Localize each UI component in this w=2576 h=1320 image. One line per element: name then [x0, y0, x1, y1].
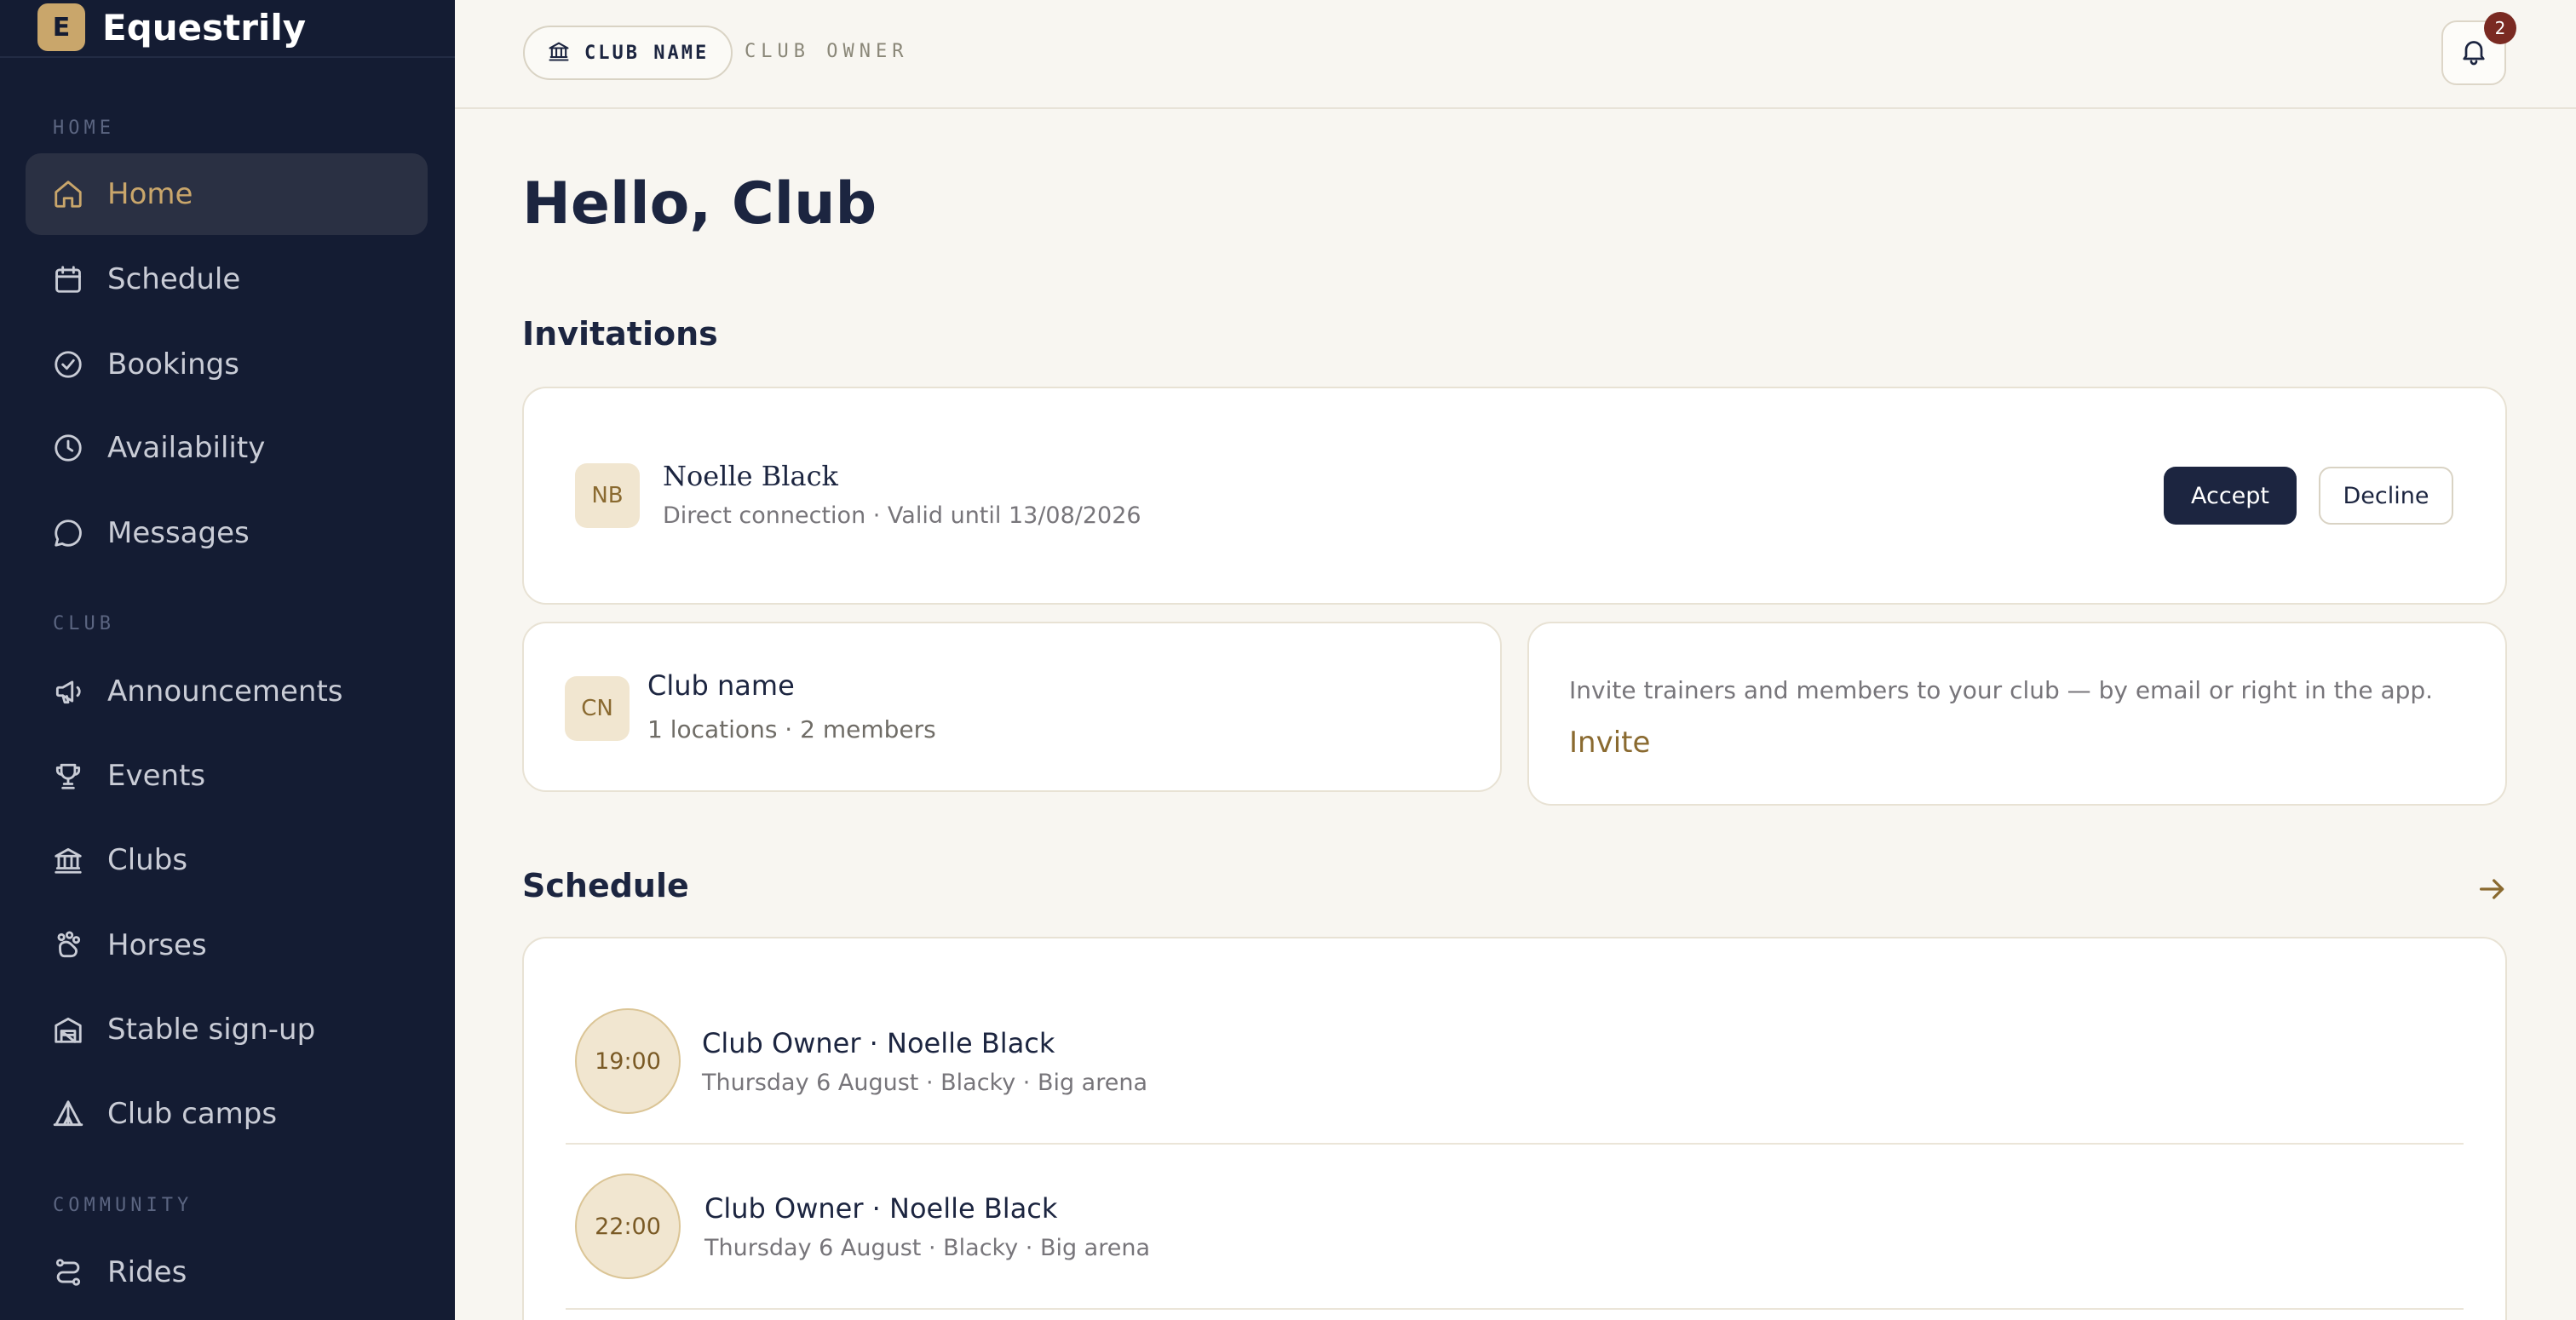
nav-section-club: CLUB [53, 613, 115, 634]
decline-button[interactable]: Decline [2319, 467, 2453, 525]
club-switcher-button[interactable]: CLUB NAME [523, 26, 733, 80]
trophy-icon [51, 759, 85, 793]
megaphone-icon [51, 674, 85, 709]
brand[interactable]: E Equestrily [37, 3, 306, 51]
role-label: CLUB OWNER [745, 41, 909, 62]
divider [566, 1308, 2464, 1310]
invitations-heading: Invitations [522, 315, 718, 353]
sidebar-item-club-camps[interactable]: Club camps [26, 1073, 428, 1155]
page-title: Hello, Club [522, 170, 877, 238]
time-badge: 22:00 [575, 1174, 681, 1279]
brand-logo: E [37, 3, 85, 51]
club-card[interactable] [522, 622, 1502, 792]
bell-icon [2458, 36, 2489, 70]
schedule-item-title: Club Owner · Noelle Black [702, 1027, 1055, 1059]
invite-link[interactable]: Invite [1569, 726, 1650, 760]
schedule-item-meta: Thursday 6 August · Blacky · Big arena [702, 1070, 1148, 1096]
sidebar-item-label: Availability [107, 431, 266, 465]
building-icon [51, 843, 85, 877]
stable-icon [51, 1013, 85, 1047]
arrow-right-icon[interactable] [2475, 872, 2510, 906]
sidebar: E Equestrily HOME Home Schedule Bookings… [0, 0, 455, 1320]
invite-card [1527, 622, 2507, 806]
sidebar-item-schedule[interactable]: Schedule [26, 238, 428, 320]
message-icon [51, 516, 85, 550]
sidebar-item-rides[interactable]: Rides [26, 1231, 428, 1313]
schedule-item-title: Club Owner · Noelle Black [704, 1192, 1058, 1225]
building-icon [547, 39, 571, 66]
sidebar-item-label: Stable sign-up [107, 1013, 316, 1047]
invitation-meta: Direct connection · Valid until 13/08/20… [663, 502, 1141, 529]
route-icon [51, 1255, 85, 1289]
nav-section-community: COMMUNITY [53, 1195, 193, 1216]
divider [566, 1143, 2464, 1145]
invitation-name: Noelle Black [663, 460, 838, 492]
home-icon [51, 177, 85, 211]
accept-button[interactable]: Accept [2164, 467, 2297, 525]
sidebar-item-availability[interactable]: Availability [26, 407, 428, 489]
club-card-meta: 1 locations · 2 members [647, 715, 936, 743]
sidebar-item-label: Schedule [107, 262, 241, 296]
sidebar-item-label: Messages [107, 516, 250, 550]
calendar-icon [51, 262, 85, 296]
sidebar-item-label: Events [107, 759, 206, 793]
invite-description: Invite trainers and members to your club… [1569, 676, 2434, 704]
sidebar-item-label: Announcements [107, 674, 343, 709]
sidebar-item-horses[interactable]: Horses [26, 904, 428, 986]
sidebar-item-home[interactable]: Home [26, 153, 428, 235]
sidebar-item-announcements[interactable]: Announcements [26, 651, 428, 732]
check-circle-icon [51, 347, 85, 382]
sidebar-item-clubs[interactable]: Clubs [26, 819, 428, 901]
nav-section-home: HOME [53, 118, 115, 139]
schedule-heading: Schedule [522, 867, 689, 904]
avatar: NB [575, 463, 640, 528]
clock-icon [51, 431, 85, 465]
sidebar-item-label: Bookings [107, 347, 239, 382]
schedule-card [522, 937, 2507, 1320]
paw-icon [51, 928, 85, 962]
sidebar-item-label: Horses [107, 928, 207, 962]
avatar: CN [565, 676, 630, 741]
schedule-item-meta: Thursday 6 August · Blacky · Big arena [704, 1235, 1151, 1261]
divider [0, 56, 455, 58]
club-name-label: CLUB NAME [584, 42, 710, 64]
sidebar-item-events[interactable]: Events [26, 735, 428, 817]
sidebar-item-stable-signup[interactable]: Stable sign-up [26, 989, 428, 1070]
sidebar-item-bookings[interactable]: Bookings [26, 324, 428, 405]
sidebar-item-messages[interactable]: Messages [26, 492, 428, 574]
sidebar-item-label: Rides [107, 1255, 187, 1289]
time-badge: 19:00 [575, 1008, 681, 1114]
sidebar-item-label: Clubs [107, 843, 188, 877]
sidebar-item-label: Club camps [107, 1097, 278, 1131]
club-card-name: Club name [647, 669, 795, 702]
sidebar-item-label: Home [107, 177, 193, 211]
brand-name: Equestrily [102, 6, 307, 49]
notification-count-badge: 2 [2484, 12, 2516, 44]
top-header: CLUB NAME CLUB OWNER 2 [455, 0, 2576, 109]
tent-icon [51, 1097, 85, 1131]
